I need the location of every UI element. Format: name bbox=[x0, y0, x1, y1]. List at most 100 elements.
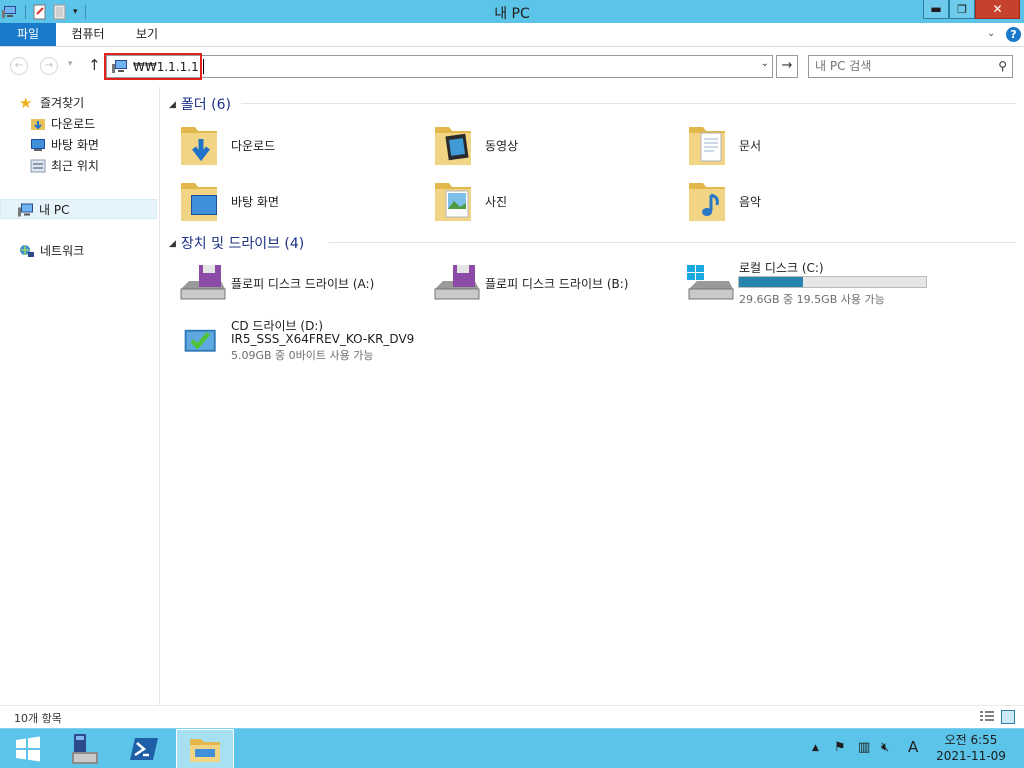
folder-videos[interactable]: 동영상 bbox=[433, 121, 673, 173]
close-icon: ✕ bbox=[992, 2, 1003, 16]
folder-pictures[interactable]: 사진 bbox=[433, 177, 673, 229]
floppy-drive-icon bbox=[180, 265, 226, 300]
devices-group-title: 장치 및 드라이브 (4) bbox=[180, 236, 305, 252]
downloads-folder-icon bbox=[181, 127, 217, 165]
sidebar-item-label: 다운로드 bbox=[51, 117, 96, 131]
sidebar-item-label: 네트워크 bbox=[40, 244, 85, 258]
sidebar-item-label: 즐겨찾기 bbox=[40, 96, 85, 110]
sidebar-item-this-pc[interactable]: 내 PC bbox=[0, 199, 157, 219]
powershell-button[interactable] bbox=[116, 729, 172, 768]
arrow-left-icon: ← bbox=[14, 60, 24, 71]
ime-indicator[interactable]: A bbox=[908, 738, 918, 756]
server-manager-icon bbox=[72, 734, 98, 764]
sidebar-item-network[interactable]: 네트워크 bbox=[19, 241, 84, 261]
powershell-icon bbox=[130, 738, 158, 760]
folder-music[interactable]: 음악 bbox=[687, 177, 927, 229]
file-explorer-button[interactable] bbox=[176, 729, 234, 768]
address-bar[interactable]: ⌄ bbox=[106, 55, 773, 78]
network-tray-icon[interactable]: ▥ bbox=[858, 740, 870, 755]
help-icon[interactable]: ? bbox=[1006, 27, 1021, 42]
folders-group-title: 폴더 (6) bbox=[180, 97, 231, 113]
details-view-icon[interactable] bbox=[980, 711, 994, 723]
group-divider bbox=[241, 103, 1016, 104]
recent-locations-button[interactable]: ▾ bbox=[68, 59, 73, 69]
window-title: 내 PC bbox=[494, 6, 530, 22]
sidebar-item-recent-places[interactable]: 최근 위치 bbox=[30, 156, 99, 176]
collapse-arrow-icon: ◢ bbox=[169, 239, 176, 249]
cd-drive-icon bbox=[184, 329, 216, 352]
start-button[interactable] bbox=[0, 729, 56, 768]
drive-label: 로컬 디스크 (C:) bbox=[739, 261, 824, 275]
navigation-bar: ← → ▾ ↑ ⌄ → ⚲ bbox=[0, 47, 1024, 87]
network-icon bbox=[20, 244, 34, 257]
search-icon[interactable]: ⚲ bbox=[998, 59, 1007, 73]
large-icons-view-icon[interactable] bbox=[1001, 710, 1015, 724]
desktop-icon bbox=[31, 138, 45, 151]
drive-local-c[interactable]: 로컬 디스크 (C:) 29.6GB 중 19.5GB 사용 가능 bbox=[685, 259, 985, 311]
minimize-icon: ▬ bbox=[930, 2, 942, 16]
back-button[interactable]: ← bbox=[10, 57, 28, 75]
folder-documents[interactable]: 문서 bbox=[687, 121, 927, 173]
drive-cd-d[interactable]: CD 드라이브 (D:) IR5_SSS_X64FREV_KO-KR_DV9 5… bbox=[181, 315, 481, 367]
ribbon-tabs: 파일 컴퓨터 보기 ⌄ ? bbox=[0, 23, 1024, 47]
sidebar-item-downloads[interactable]: 다운로드 bbox=[30, 114, 95, 134]
content-pane: ◢ 폴더 (6) 다운로드 동영상 문서 바탕 화면 사진 음악 ◢ 장치 및 드라… bbox=[161, 87, 1024, 705]
restore-icon: ❐ bbox=[957, 2, 967, 16]
clock-time: 오전 6:55 bbox=[944, 733, 998, 747]
up-button[interactable]: ↑ bbox=[88, 56, 101, 74]
title-bar: ▾ 내 PC ▬ ❐ ✕ bbox=[0, 0, 1024, 23]
server-manager-button[interactable] bbox=[56, 729, 112, 768]
search-box[interactable]: ⚲ bbox=[808, 55, 1013, 78]
address-input[interactable] bbox=[133, 58, 733, 75]
folder-label: 문서 bbox=[739, 139, 762, 153]
drive-space: 5.09GB 중 0바이트 사용 가능 bbox=[231, 349, 374, 362]
drive-floppy-a[interactable]: 플로피 디스크 드라이브 (A:) bbox=[177, 259, 417, 311]
go-button[interactable]: → bbox=[776, 55, 798, 78]
arrow-right-icon: → bbox=[781, 58, 793, 73]
expand-ribbon-icon[interactable]: ⌄ bbox=[987, 28, 995, 39]
folder-label: 바탕 화면 bbox=[231, 195, 279, 209]
file-explorer-icon bbox=[190, 739, 220, 762]
floppy-drive-icon bbox=[434, 265, 480, 300]
local-disk-icon bbox=[687, 265, 734, 300]
tab-file[interactable]: 파일 bbox=[0, 23, 56, 46]
sidebar-item-label: 바탕 화면 bbox=[51, 138, 99, 152]
folder-desktop[interactable]: 바탕 화면 bbox=[179, 177, 419, 229]
recent-places-icon bbox=[30, 159, 46, 172]
item-count: 10개 항목 bbox=[14, 712, 62, 725]
speaker-muted-icon[interactable]: 🔇︎ bbox=[881, 740, 889, 755]
desktop-folder-icon bbox=[181, 183, 217, 221]
search-input[interactable] bbox=[815, 59, 985, 73]
group-divider bbox=[329, 242, 1016, 243]
folder-label: 사진 bbox=[485, 195, 508, 209]
collapse-arrow-icon: ◢ bbox=[169, 100, 176, 110]
address-dropdown-icon[interactable]: ⌄ bbox=[761, 58, 769, 69]
music-folder-icon bbox=[689, 183, 725, 221]
disk-usage-fill bbox=[739, 277, 803, 287]
drive-floppy-b[interactable]: 플로피 디스크 드라이브 (B:) bbox=[431, 259, 671, 311]
folder-label: 음악 bbox=[739, 195, 762, 209]
folder-label: 동영상 bbox=[485, 139, 519, 153]
arrow-right-icon: → bbox=[44, 60, 54, 71]
folders-group-header[interactable]: ◢ 폴더 (6) bbox=[169, 94, 231, 113]
clock-date: 2021-11-09 bbox=[936, 749, 1006, 763]
show-hidden-icons-icon[interactable]: ▲ bbox=[812, 743, 819, 753]
tab-computer[interactable]: 컴퓨터 bbox=[60, 23, 116, 46]
star-icon: ★ bbox=[19, 93, 33, 112]
forward-button[interactable]: → bbox=[40, 57, 58, 75]
folder-downloads[interactable]: 다운로드 bbox=[179, 121, 419, 173]
restore-button[interactable]: ❐ bbox=[949, 0, 975, 19]
windows-logo-icon bbox=[16, 736, 40, 762]
sidebar-item-desktop[interactable]: 바탕 화면 bbox=[30, 135, 99, 155]
clock[interactable]: 오전 6:55 2021-11-09 bbox=[934, 732, 1008, 764]
computer-icon bbox=[18, 203, 33, 216]
devices-group-header[interactable]: ◢ 장치 및 드라이브 (4) bbox=[169, 233, 305, 252]
minimize-button[interactable]: ▬ bbox=[923, 0, 949, 19]
sidebar-item-favorites[interactable]: ★ 즐겨찾기 bbox=[19, 93, 84, 113]
tab-view[interactable]: 보기 bbox=[120, 23, 174, 46]
status-bar: 10개 항목 bbox=[0, 705, 1024, 728]
action-center-flag-icon[interactable]: ⚑ bbox=[834, 740, 846, 755]
drive-label: 플로피 디스크 드라이브 (B:) bbox=[485, 277, 629, 291]
sidebar-item-label: 최근 위치 bbox=[51, 159, 99, 173]
close-button[interactable]: ✕ bbox=[975, 0, 1020, 19]
